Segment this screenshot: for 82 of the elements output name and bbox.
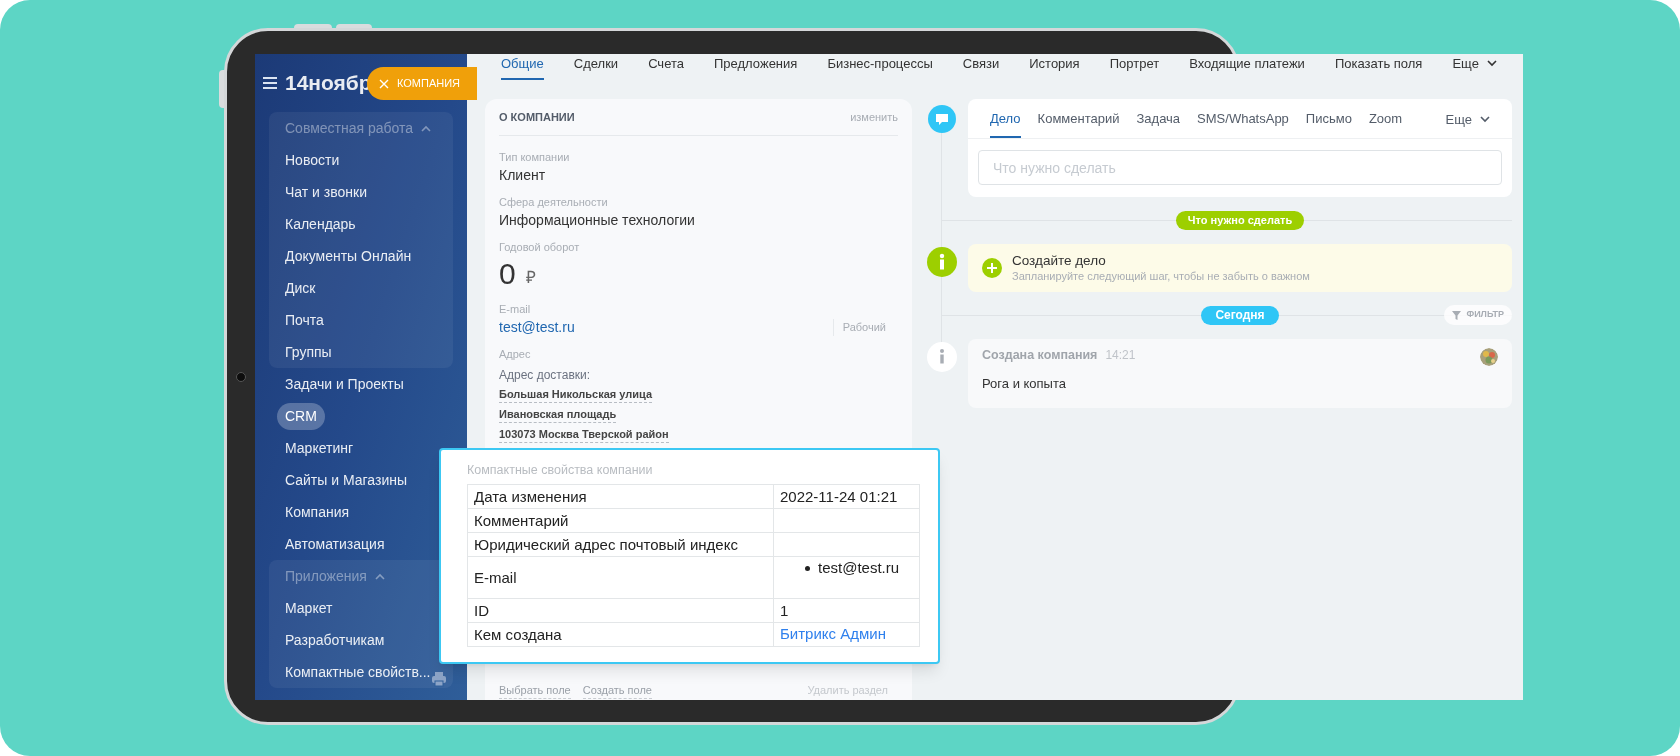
event-time: 14:21	[1105, 347, 1136, 364]
money-amount: 0	[499, 257, 516, 291]
sidebar-item[interactable]: Маркет	[285, 597, 333, 619]
menu-icon[interactable]	[263, 77, 277, 89]
activity-tab[interactable]: Комментарий	[1037, 99, 1120, 138]
tab[interactable]: Бизнес-процессы	[827, 54, 933, 80]
address-sublabel: Адрес доставки:	[499, 367, 592, 383]
tab[interactable]: Портрет	[1109, 54, 1160, 80]
card-title: О КОМПАНИИ	[499, 109, 575, 125]
sidebar-item[interactable]: Календарь	[285, 213, 356, 235]
field-value: Информационные технологии	[499, 212, 696, 229]
sidebar-item[interactable]: Группы	[285, 341, 332, 363]
camera-icon	[236, 372, 246, 382]
table-cell: Юридический адрес почтовый индекс	[467, 532, 774, 557]
tab[interactable]: Счета	[648, 54, 684, 80]
sidebar-item[interactable]: Диск	[285, 277, 316, 299]
chevron-down-icon	[1480, 116, 1490, 123]
table-cell: Кем создана	[467, 622, 774, 647]
hint-text: Запланируйте следующий шаг, чтобы не забыть о важном	[1012, 269, 1310, 284]
popup-title: Компактные свойства компании	[467, 462, 654, 479]
add-icon[interactable]	[982, 258, 1002, 278]
chat-bubble-icon	[928, 105, 956, 133]
table-cell: Комментарий	[467, 508, 774, 533]
sidebar-item[interactable]: CRM	[277, 402, 325, 430]
sidebar-item[interactable]: Новости	[285, 149, 340, 171]
field-label: Тип компании	[499, 150, 571, 165]
tab[interactable]: Входящие платежи	[1189, 54, 1305, 80]
chevron-down-icon	[1486, 60, 1497, 68]
sidebar-item[interactable]: Разработчикам	[285, 629, 385, 651]
field-label: Адрес	[499, 347, 532, 362]
field-label: Сфера деятельности	[499, 195, 609, 210]
address-line: Большая Никольская улица	[499, 387, 653, 403]
table-cell: ID	[467, 598, 774, 623]
table-cell: 2022-11-24 01:21	[773, 484, 920, 509]
event-title: Создана компания	[982, 346, 1098, 364]
filter-icon	[1452, 310, 1462, 320]
sidebar-item[interactable]: Компактные свойств...	[285, 661, 431, 683]
tab[interactable]: Сделки	[573, 54, 619, 80]
tab[interactable]: Связи	[962, 54, 1000, 80]
table-cell: test@test.ru	[818, 559, 900, 577]
activity-tab[interactable]: Задача	[1136, 99, 1181, 138]
sidebar-item[interactable]: Сайты и Магазины	[285, 469, 407, 491]
printer-icon[interactable]	[431, 671, 447, 687]
info-icon	[927, 342, 957, 372]
field-value: Клиент	[499, 167, 547, 184]
tab[interactable]: Еще	[1452, 54, 1497, 80]
field-label: E-mail	[499, 302, 532, 317]
address-line: Ивановская площадь	[499, 407, 617, 423]
currency-symbol: ₽	[525, 267, 536, 289]
activity-tab[interactable]: Дело	[990, 99, 1021, 138]
email-link[interactable]: test@test.ru	[499, 319, 575, 336]
sidebar-item[interactable]: Документы Онлайн	[285, 245, 412, 267]
chevron-up-icon[interactable]	[374, 572, 385, 580]
table-cell: 1	[773, 598, 920, 623]
event-text: Рога и копыта	[982, 375, 1067, 393]
sidebar-item[interactable]: Почта	[285, 309, 324, 331]
tab[interactable]: Общие	[501, 54, 544, 80]
close-icon	[379, 78, 389, 89]
section-label: Что нужно сделать	[1175, 211, 1305, 230]
sidebar-item[interactable]: Задачи и Проекты	[285, 373, 404, 395]
activity-tab[interactable]: Письмо	[1305, 99, 1352, 138]
table-cell: E-mail	[467, 556, 774, 599]
sidebar-item[interactable]: Маркетинг	[285, 437, 354, 459]
tab[interactable]: История	[1029, 54, 1080, 80]
task-input-field[interactable]: Что нужно сделать	[978, 150, 1502, 185]
bullet-icon	[805, 565, 810, 571]
tab[interactable]: Показать поля	[1334, 54, 1423, 80]
sidebar-item[interactable]: Компания	[285, 501, 350, 523]
section-label: Сегодня	[1201, 306, 1279, 325]
tab[interactable]: Предложения	[714, 54, 798, 80]
table-cell: Дата изменения	[467, 484, 774, 509]
hint-title: Создайте дело	[1012, 252, 1107, 269]
chevron-up-icon[interactable]	[421, 124, 432, 132]
info-icon	[927, 247, 957, 277]
address-line: 103073 Москва Тверской район	[499, 427, 669, 443]
activity-tab[interactable]: Zoom	[1368, 99, 1403, 138]
field-label: Годовой оборот	[499, 240, 581, 255]
email-type: Рабочий	[832, 319, 898, 336]
more-tab[interactable]: Еще	[1445, 99, 1490, 138]
sidebar-item[interactable]: Автоматизация	[285, 533, 385, 555]
activity-tab[interactable]: SMS/WhatsApp	[1197, 99, 1289, 138]
sidebar-item[interactable]: Чат и звонки	[285, 181, 367, 203]
